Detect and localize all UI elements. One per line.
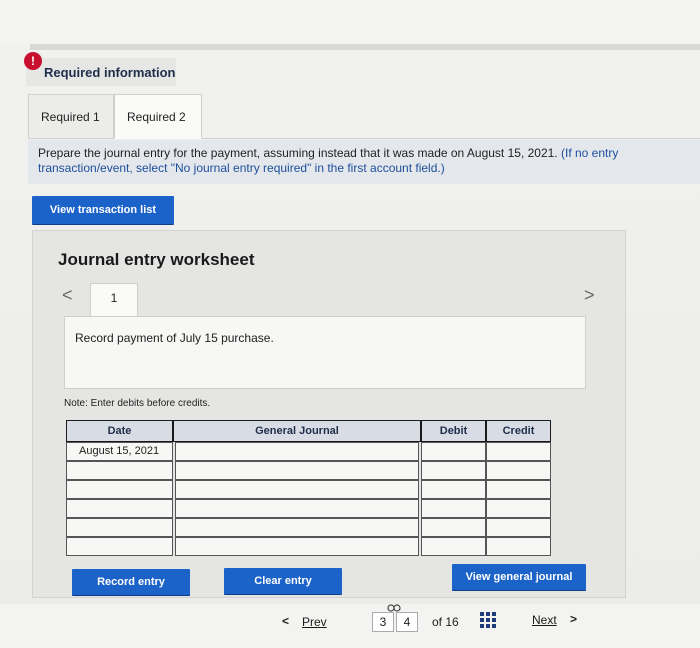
instructions: Prepare the journal entry for the paymen… [28, 140, 700, 184]
credit-cell-3[interactable] [486, 480, 551, 499]
top-bar [0, 0, 700, 46]
date-cell-4[interactable] [66, 499, 173, 518]
page-total: of 16 [432, 615, 459, 629]
page-3-box[interactable]: 3 [372, 612, 394, 632]
account-cell-3[interactable] [175, 480, 419, 499]
tabs-row: Required 1 Required 2 [28, 94, 700, 139]
chevron-right-icon[interactable]: > [584, 285, 595, 306]
header-credit: Credit [486, 420, 551, 442]
debit-cell-4[interactable] [421, 499, 486, 518]
debit-cell-2[interactable] [421, 461, 486, 480]
date-cell-2[interactable] [66, 461, 173, 480]
worksheet-tab-1[interactable]: 1 [90, 283, 138, 317]
footer-nav [0, 604, 700, 648]
date-cell-5[interactable] [66, 518, 173, 537]
next-chevron-icon[interactable]: > [570, 612, 577, 626]
credit-cell-1[interactable] [486, 442, 551, 461]
credit-cell-2[interactable] [486, 461, 551, 480]
view-general-journal-button[interactable]: View general journal [452, 564, 586, 590]
alert-icon: ! [24, 52, 42, 70]
header-general-journal: General Journal [173, 420, 421, 442]
record-description: Record payment of July 15 purchase. [75, 331, 274, 345]
record-entry-button[interactable]: Record entry [72, 569, 190, 595]
debit-cell-5[interactable] [421, 518, 486, 537]
grid-icon[interactable] [480, 612, 496, 628]
debit-cell-3[interactable] [421, 480, 486, 499]
debit-cell-1[interactable] [421, 442, 486, 461]
account-cell-6[interactable] [175, 537, 419, 556]
next-link[interactable]: Next [532, 613, 557, 627]
account-cell-4[interactable] [175, 499, 419, 518]
prev-link[interactable]: Prev [302, 615, 327, 629]
header-debit: Debit [421, 420, 486, 442]
tab-required-1[interactable]: Required 1 [28, 94, 114, 139]
journal-table: Date General Journal Debit Credit August… [66, 420, 551, 556]
clear-entry-button[interactable]: Clear entry [224, 568, 342, 594]
top-divider [30, 44, 700, 50]
credit-cell-4[interactable] [486, 499, 551, 518]
record-description-box: Record payment of July 15 purchase. [64, 316, 586, 389]
date-cell-3[interactable] [66, 480, 173, 499]
credit-cell-5[interactable] [486, 518, 551, 537]
account-cell-1[interactable] [175, 442, 419, 461]
date-cell-6[interactable] [66, 537, 173, 556]
date-cell-1[interactable]: August 15, 2021 [66, 442, 173, 461]
prev-chevron-icon[interactable]: < [282, 614, 289, 628]
tab-required-2[interactable]: Required 2 [114, 94, 202, 139]
view-transaction-list-button[interactable]: View transaction list [32, 196, 174, 224]
required-info-title: Required information [44, 65, 176, 80]
chevron-left-icon[interactable]: < [62, 285, 73, 306]
note-text: Note: Enter debits before credits. [64, 398, 211, 409]
header-date: Date [66, 420, 173, 442]
page-4-box[interactable]: 4 [396, 612, 418, 632]
debit-cell-6[interactable] [421, 537, 486, 556]
credit-cell-6[interactable] [486, 537, 551, 556]
account-cell-5[interactable] [175, 518, 419, 537]
instruction-text: Prepare the journal entry for the paymen… [38, 146, 558, 160]
account-cell-2[interactable] [175, 461, 419, 480]
worksheet-title: Journal entry worksheet [58, 250, 255, 269]
